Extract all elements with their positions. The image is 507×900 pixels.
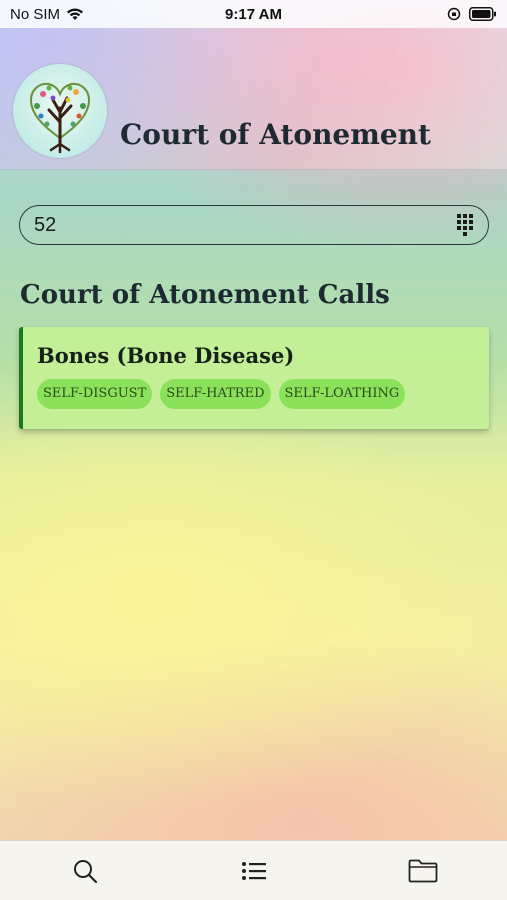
tag-badge[interactable]: SELF-HATRED	[160, 379, 271, 409]
search-field[interactable]: 52	[19, 205, 489, 245]
tab-list[interactable]	[224, 849, 284, 893]
status-right	[447, 7, 497, 21]
carrier-label: No SIM	[10, 5, 61, 23]
orientation-lock-icon	[447, 7, 461, 21]
list-icon	[241, 861, 266, 880]
result-title: Bones (Bone Disease)	[37, 343, 295, 368]
tag-badge[interactable]: SELF-DISGUST	[37, 379, 153, 409]
result-card[interactable]: Bones (Bone Disease) SELF-DISGUST SELF-H…	[19, 327, 489, 429]
status-left: No SIM	[10, 6, 84, 23]
battery-icon	[469, 7, 496, 21]
keypad-icon[interactable]	[456, 213, 474, 237]
tab-bar	[0, 840, 507, 900]
section-title: Court of Atonement Calls	[20, 280, 390, 310]
status-time: 9:17 AM	[225, 5, 282, 23]
folder-icon	[408, 859, 437, 882]
tag-badge[interactable]: SELF-LOATHING	[278, 379, 406, 409]
tab-folder[interactable]	[393, 849, 453, 893]
tree-of-life-logo	[13, 64, 107, 158]
app-header: Court of Atonement	[0, 28, 507, 170]
search-input-value[interactable]: 52	[34, 214, 456, 237]
tree-heart-icon	[29, 82, 91, 154]
wifi-icon	[67, 8, 84, 20]
app-title: Court of Atonement	[120, 118, 431, 151]
tab-search[interactable]	[55, 849, 115, 893]
search-icon	[73, 859, 97, 883]
tag-list: SELF-DISGUST SELF-HATRED SELF-LOATHING	[37, 379, 475, 409]
status-bar: No SIM 9:17 AM	[0, 0, 507, 28]
